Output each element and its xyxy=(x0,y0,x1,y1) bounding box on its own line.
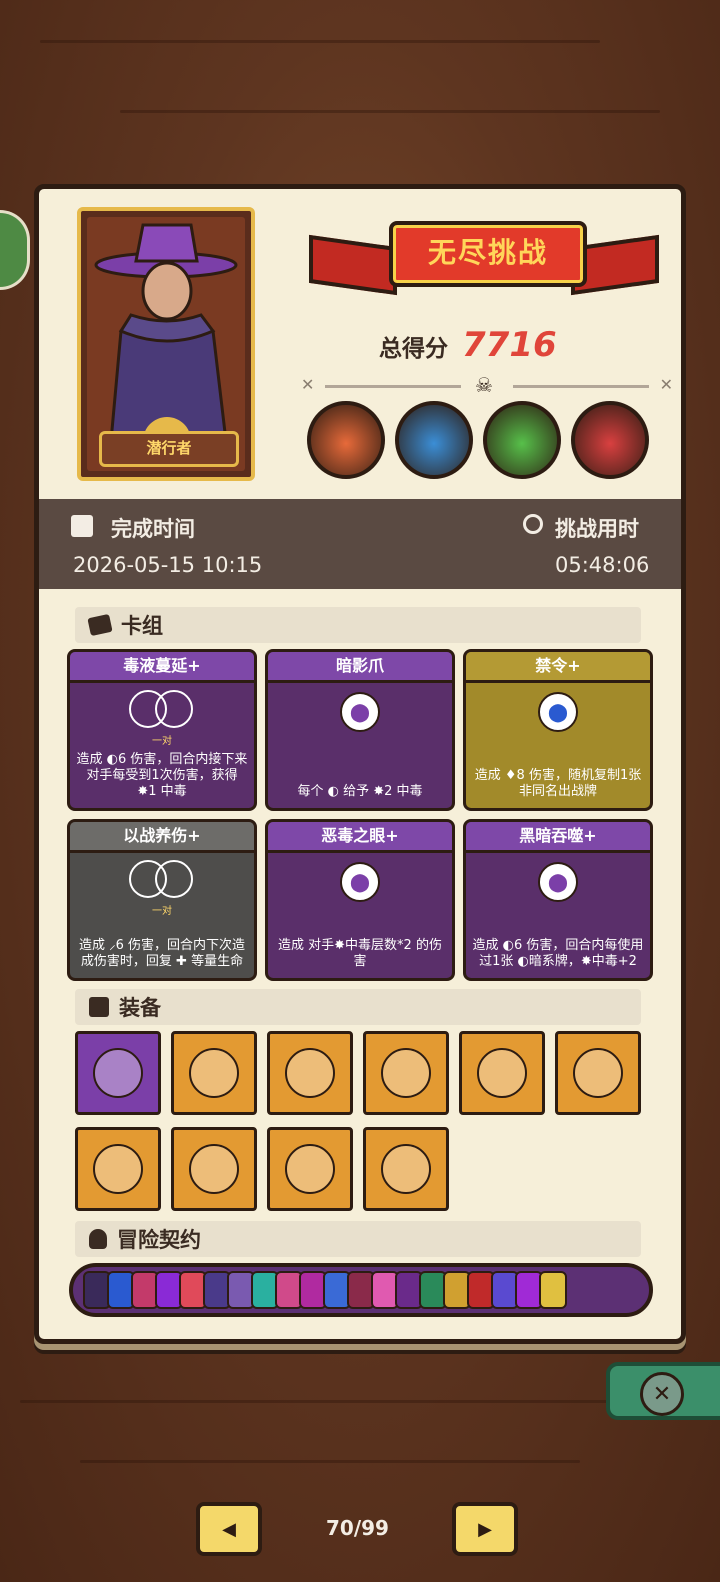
card-description: 造成 ◐6 伤害，回合内每使用过1张 ◐暗系牌，✸中毒+2 xyxy=(472,938,644,969)
card-description: 造成 ⸝6 伤害，回合内下次造成伤害时，回复 ✚ 等量生命 xyxy=(78,938,246,969)
deck-card[interactable]: 禁令+ ⬤ 造成 ♦8 伤害，随机复制1张非同名出战牌 xyxy=(463,649,653,811)
card-description: 造成 对手✸中毒层数*2 的伤害 xyxy=(278,938,442,969)
page-indicator: 70/99 xyxy=(326,1516,389,1540)
goblin-king-icon xyxy=(483,401,561,479)
duration-label: 挑战用时 xyxy=(555,517,639,541)
eye-monster-icon xyxy=(307,401,385,479)
grapes-icon: ⬤ xyxy=(340,692,380,732)
card-title: 禁令+ xyxy=(466,652,650,683)
spiked-bracelet-icon[interactable] xyxy=(459,1031,545,1115)
deck-card[interactable]: 恶毒之眼+ ⬤ 造成 对手✸中毒层数*2 的伤害 xyxy=(265,819,455,981)
duration-value: 05:48:06 xyxy=(555,553,650,577)
equipment-title: 装备 xyxy=(119,996,161,1020)
total-score: 总得分 7716 xyxy=(379,325,557,365)
score-value: 7716 xyxy=(462,325,557,365)
finish-time-value: 2026-05-15 10:15 xyxy=(73,553,263,577)
person-icon xyxy=(89,1229,107,1249)
box-icon xyxy=(89,997,109,1017)
stopwatch-icon xyxy=(523,514,543,534)
defeated-bosses xyxy=(307,401,649,479)
card-title: 恶毒之眼+ xyxy=(268,822,452,853)
card-description: 造成 ♦8 伤害，随机复制1张非同名出战牌 xyxy=(474,768,642,799)
pair-label: 一对 xyxy=(152,906,172,917)
deck-card[interactable]: 暗影爪 ⬤ 每个 ◐ 给予 ✸2 中毒 xyxy=(265,649,455,811)
cards-icon xyxy=(87,613,113,637)
equipment-header: 装备 xyxy=(75,989,641,1025)
ice-potion-icon[interactable] xyxy=(363,1127,449,1211)
grapes-icon: ⬤ xyxy=(340,862,380,902)
sword-icon: ✕ xyxy=(659,375,673,394)
challenge-stats: 完成时间 2026-05-15 10:15 挑战用时 05:48:06 xyxy=(39,499,681,589)
banner-title: 无尽挑战 xyxy=(389,221,587,287)
skull-icon: ☠ xyxy=(475,373,493,397)
result-panel: 潜行者 无尽挑战 总得分 7716 ✕ ☠ ✕ 完成时间 2026-05-15 … xyxy=(34,184,686,1344)
card-title: 以战养伤+ xyxy=(70,822,254,853)
endless-challenge-banner: 无尽挑战 xyxy=(309,215,659,296)
card-description: 造成 ◐6 伤害，回合内接下来对手每受到1次伤害，获得 ✸1 中毒 xyxy=(76,752,248,799)
hero-name: 潜行者 xyxy=(99,431,239,467)
pair-label: 一对 xyxy=(152,736,172,747)
pair-rings-icon xyxy=(129,860,195,900)
score-label: 总得分 xyxy=(379,336,448,362)
card-description: 每个 ◐ 给予 ✸2 中毒 xyxy=(297,784,423,799)
spiked-dice-icon[interactable] xyxy=(75,1031,161,1115)
next-page-button[interactable]: ▶ xyxy=(452,1502,518,1556)
wood-grain xyxy=(120,110,660,113)
moss-tome-icon[interactable] xyxy=(171,1127,257,1211)
wood-grain xyxy=(40,40,600,43)
contract-chip-icon xyxy=(539,1271,567,1309)
ribbon-left xyxy=(309,234,397,296)
deck-header: 卡组 xyxy=(75,607,641,643)
deck-card[interactable]: 以战养伤+ 一对造成 ⸝6 伤害，回合内下次造成伤害时，回复 ✚ 等量生命 xyxy=(67,819,257,981)
contract-title: 冒险契约 xyxy=(117,1228,201,1252)
card-title: 毒液蔓延+ xyxy=(70,652,254,683)
deck-card[interactable]: 毒液蔓延+ 一对造成 ◐6 伤害，回合内接下来对手每受到1次伤害，获得 ✸1 中毒 xyxy=(67,649,257,811)
round-shield-icon[interactable] xyxy=(555,1031,641,1115)
red-samurai-icon xyxy=(571,401,649,479)
moon-stone-icon[interactable] xyxy=(171,1031,257,1115)
prev-page-button[interactable]: ◀ xyxy=(196,1502,262,1556)
spider-king-icon xyxy=(395,401,473,479)
side-tab[interactable] xyxy=(0,210,30,290)
pair-rings-icon xyxy=(129,690,195,730)
card-title: 暗影爪 xyxy=(268,652,452,683)
hero-figure-icon xyxy=(94,223,238,441)
crystal-shield-icon[interactable] xyxy=(267,1127,353,1211)
contract-strip[interactable] xyxy=(69,1263,653,1317)
blue-mushroom-icon[interactable] xyxy=(363,1031,449,1115)
finish-time-label: 完成时间 xyxy=(111,517,195,541)
card-title: 黑暗吞噬+ xyxy=(466,822,650,853)
contract-header: 冒险契约 xyxy=(75,1221,641,1257)
bottom-nav: ◀ 70/99 ▶ xyxy=(0,1490,720,1560)
flame-roots-icon[interactable] xyxy=(267,1031,353,1115)
deck-card[interactable]: 黑暗吞噬+ ⬤ 造成 ◐6 伤害，回合内每使用过1张 ◐暗系牌，✸中毒+2 xyxy=(463,819,653,981)
blueberry-icon: ⬤ xyxy=(538,692,578,732)
wood-grain xyxy=(20,1400,640,1403)
grapes-icon: ⬤ xyxy=(538,862,578,902)
calendar-icon xyxy=(71,515,93,537)
hero-portrait: 潜行者 xyxy=(77,207,255,481)
close-icon[interactable]: ✕ xyxy=(640,1372,684,1416)
dark-cloak-icon[interactable] xyxy=(75,1127,161,1211)
sword-icon: ✕ xyxy=(301,375,315,394)
deck-title: 卡组 xyxy=(121,614,163,638)
boss-divider: ✕ ☠ ✕ xyxy=(301,373,673,399)
wood-grain xyxy=(80,1460,580,1463)
close-tab[interactable]: ✕ xyxy=(606,1362,720,1420)
